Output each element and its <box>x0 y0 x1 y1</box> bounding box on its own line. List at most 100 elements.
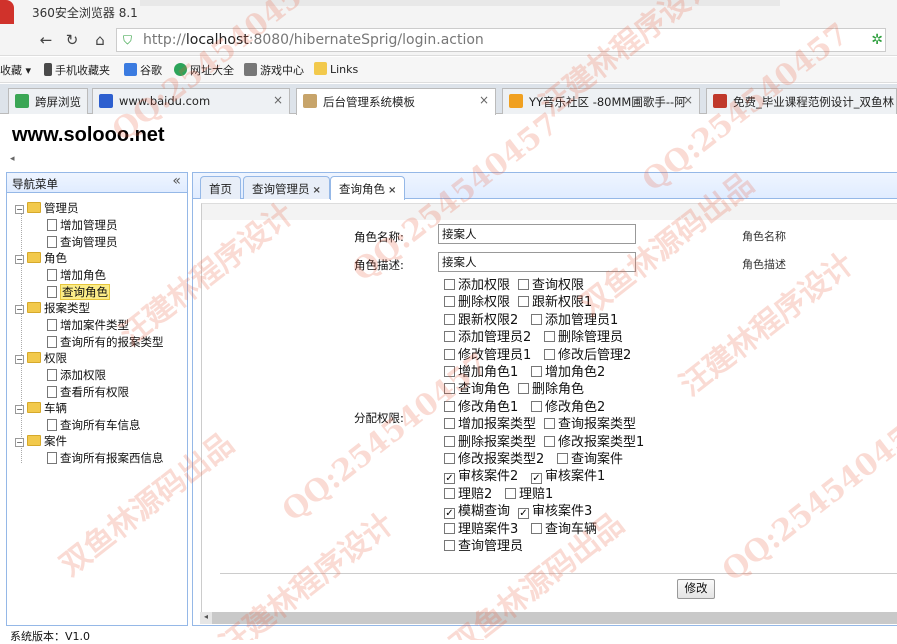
permission-checkbox-item[interactable]: 查询角色 <box>444 381 510 398</box>
permission-checkbox-item[interactable]: 理赔1 <box>505 486 553 503</box>
checkbox-checked[interactable]: ✓ <box>444 508 455 519</box>
role-name-input[interactable] <box>438 224 636 244</box>
permission-checkbox-item[interactable]: 删除报案类型 <box>444 434 536 451</box>
permission-checkbox-item[interactable]: 添加管理员1 <box>531 312 618 329</box>
tree-item-query-vehicles[interactable]: 查询所有车信息 <box>47 417 141 434</box>
close-icon[interactable]: × <box>273 93 283 107</box>
checkbox-unchecked[interactable] <box>444 540 455 551</box>
tree-item-add-admin[interactable]: 增加管理员 <box>47 217 118 234</box>
tree-item-add-case-type[interactable]: 增加案件类型 <box>47 317 129 334</box>
tab-query-admin[interactable]: 查询管理员 × <box>243 176 330 199</box>
permission-checkbox-item[interactable]: 跟新权限1 <box>518 294 592 311</box>
checkbox-unchecked[interactable] <box>444 418 455 429</box>
modify-button[interactable]: 修改 <box>677 579 715 599</box>
checkbox-unchecked[interactable] <box>531 523 542 534</box>
checkbox-unchecked[interactable] <box>444 366 455 377</box>
close-icon[interactable]: × <box>683 93 693 107</box>
tree-collapse-icon[interactable]: − <box>15 255 24 264</box>
permission-checkbox-item[interactable]: 添加管理员2 <box>444 329 531 346</box>
permission-checkbox-item[interactable]: ✓ 审核案件1 <box>531 468 605 485</box>
tree-item-add-role[interactable]: 增加角色 <box>47 267 106 284</box>
tree-group-case-type[interactable]: − 报案类型 <box>15 300 90 317</box>
permission-checkbox-item[interactable]: 修改管理员1 <box>444 347 531 364</box>
sidebar-collapse-icon[interactable]: « <box>172 173 181 189</box>
permission-checkbox-item[interactable]: 修改角色1 <box>444 399 518 416</box>
tree-group-vehicle[interactable]: − 车辆 <box>15 400 67 417</box>
tab-home[interactable]: 首页 <box>200 176 241 199</box>
bookmark-sites[interactable]: 网址大全 <box>174 62 234 78</box>
close-icon[interactable]: × <box>479 93 489 107</box>
permission-checkbox-item[interactable]: 查询报案类型 <box>544 416 636 433</box>
checkbox-unchecked[interactable] <box>518 279 529 290</box>
permission-checkbox-item[interactable]: 跟新权限2 <box>444 312 518 329</box>
checkbox-unchecked[interactable] <box>531 366 542 377</box>
tree-collapse-icon[interactable]: − <box>15 405 24 414</box>
permission-checkbox-item[interactable]: 修改后管理2 <box>544 347 631 364</box>
browser-tab-baidu[interactable]: www.baidu.com × <box>92 88 290 114</box>
bookmark-links[interactable]: Links <box>314 62 358 76</box>
permission-checkbox-item[interactable]: 删除权限 <box>444 294 510 311</box>
bookmark-games[interactable]: 游戏中心 <box>244 62 304 78</box>
tree-collapse-icon[interactable]: − <box>15 205 24 214</box>
permission-checkbox-item[interactable]: 增加角色2 <box>531 364 605 381</box>
permission-checkbox-item[interactable]: ✓ 审核案件3 <box>518 503 592 520</box>
extension-icon[interactable]: ✲ <box>871 32 883 48</box>
checkbox-checked[interactable]: ✓ <box>518 508 529 519</box>
browser-tab-free-course[interactable]: 免费_毕业课程范例设计_双鱼林 <box>706 88 897 114</box>
tree-item-query-role[interactable]: 查询角色 <box>47 284 110 301</box>
permission-checkbox-item[interactable]: 理赔2 <box>444 486 492 503</box>
permission-checkbox-item[interactable]: 查询案件 <box>557 451 623 468</box>
horizontal-scrollbar[interactable]: ◂ <box>200 612 897 624</box>
permission-checkbox-item[interactable]: 删除角色 <box>518 381 584 398</box>
checkbox-unchecked[interactable] <box>505 488 516 499</box>
home-icon[interactable]: ⌂ <box>90 30 110 50</box>
permission-checkbox-item[interactable]: 添加权限 <box>444 277 510 294</box>
tree-item-query-case-types[interactable]: 查询所有的报案类型 <box>47 334 164 351</box>
permission-checkbox-item[interactable]: 修改报案类型1 <box>544 434 644 451</box>
tab-close-icon[interactable]: × <box>313 185 321 196</box>
checkbox-unchecked[interactable] <box>544 436 555 447</box>
tree-group-case[interactable]: − 案件 <box>15 433 67 450</box>
tab-close-icon[interactable]: × <box>388 185 396 196</box>
permission-checkbox-item[interactable]: 查询权限 <box>518 277 584 294</box>
checkbox-unchecked[interactable] <box>518 383 529 394</box>
bookmark-favorites[interactable]: 收藏 ▾ <box>0 62 31 78</box>
permission-checkbox-item[interactable]: 查询车辆 <box>531 521 597 538</box>
collapse-left-icon[interactable]: ◂ <box>10 154 15 164</box>
checkbox-unchecked[interactable] <box>518 296 529 307</box>
checkbox-unchecked[interactable] <box>531 401 542 412</box>
checkbox-unchecked[interactable] <box>444 436 455 447</box>
tree-item-query-admin[interactable]: 查询管理员 <box>47 234 118 251</box>
back-arrow-icon[interactable]: ← <box>36 30 56 50</box>
tree-collapse-icon[interactable]: − <box>15 305 24 314</box>
permission-checkbox-item[interactable]: 理赔案件3 <box>444 521 518 538</box>
checkbox-unchecked[interactable] <box>444 488 455 499</box>
address-bar[interactable]: ⛉ http://localhost:8080/hibernateSprig/l… <box>116 28 886 52</box>
tree-collapse-icon[interactable]: − <box>15 438 24 447</box>
tree-item-query-cases[interactable]: 查询所有报案西信息 <box>47 450 164 467</box>
checkbox-unchecked[interactable] <box>531 314 542 325</box>
permission-checkbox-item[interactable]: 修改报案类型2 <box>444 451 544 468</box>
checkbox-unchecked[interactable] <box>444 401 455 412</box>
checkbox-unchecked[interactable] <box>557 453 568 464</box>
bookmark-google[interactable]: 谷歌 <box>124 62 162 78</box>
tab-query-role[interactable]: 查询角色 × <box>330 176 406 200</box>
tree-group-role[interactable]: − 角色 <box>15 250 67 267</box>
browser-tab-yy-music[interactable]: YY音乐社区 -80MM圃歌手--阿 × <box>502 88 700 114</box>
permission-checkbox-item[interactable]: 增加角色1 <box>444 364 518 381</box>
role-desc-input[interactable] <box>438 252 636 272</box>
bookmark-mobile[interactable]: 手机收藏夹 <box>44 62 110 78</box>
tree-group-permission[interactable]: − 权限 <box>15 350 67 367</box>
checkbox-unchecked[interactable] <box>444 383 455 394</box>
permission-checkbox-item[interactable]: ✓ 模糊查询 <box>444 503 510 520</box>
checkbox-checked[interactable]: ✓ <box>531 473 542 484</box>
checkbox-checked[interactable]: ✓ <box>444 473 455 484</box>
checkbox-unchecked[interactable] <box>544 331 555 342</box>
tree-group-admin[interactable]: − 管理员 <box>15 200 79 217</box>
checkbox-unchecked[interactable] <box>444 314 455 325</box>
scroll-left-icon[interactable]: ◂ <box>200 612 212 624</box>
checkbox-unchecked[interactable] <box>444 331 455 342</box>
checkbox-unchecked[interactable] <box>544 418 555 429</box>
tree-item-add-permission[interactable]: 添加权限 <box>47 367 106 384</box>
checkbox-unchecked[interactable] <box>444 279 455 290</box>
